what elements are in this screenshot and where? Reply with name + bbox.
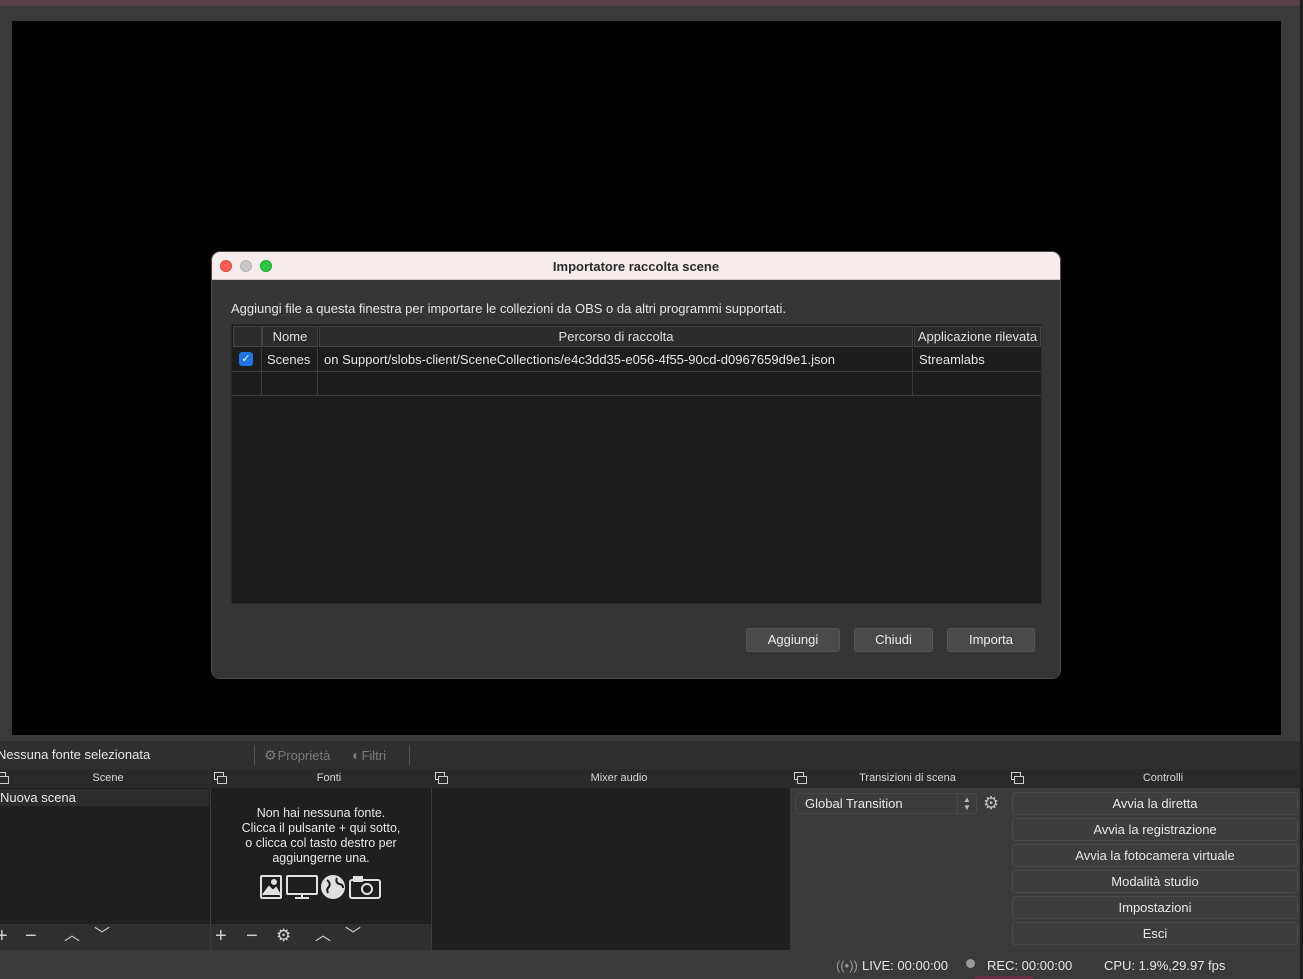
start-streaming-button[interactable]: Avvia la diretta (1012, 792, 1298, 815)
row-path-cell[interactable]: on Support/slobs-client/SceneCollections… (318, 348, 913, 372)
column-header-path[interactable]: Percorso di raccolta (319, 326, 913, 347)
column-header-name[interactable]: Nome (262, 326, 318, 347)
studio-mode-button[interactable]: Modalità studio (1012, 870, 1298, 893)
source-icons-svg (260, 875, 381, 899)
transition-selected: Global Transition (805, 796, 903, 811)
sources-list[interactable]: Non hai nessuna fonte. Clicca il pulsant… (211, 788, 431, 924)
scene-item[interactable]: Nuova scena (0, 789, 209, 806)
camera-icon (349, 876, 381, 899)
move-up-icon[interactable]: ︿ (64, 926, 80, 946)
properties-button[interactable]: ⚙Proprietà (264, 747, 330, 764)
undock-icon[interactable] (794, 772, 807, 784)
add-button[interactable]: Aggiungi (746, 628, 840, 652)
monitor-icon (286, 875, 318, 899)
dialog-description: Aggiungi file a questa finestra per impo… (231, 301, 786, 316)
live-timer: LIVE: 00:00:00 (862, 958, 949, 973)
audio-mixer-panel (432, 788, 790, 950)
close-button[interactable]: Chiudi (854, 628, 933, 652)
column-header-check[interactable] (233, 326, 262, 347)
gear-icon[interactable]: ⚙ (983, 793, 999, 814)
scenes-list: Nuova scena (0, 788, 210, 924)
divider (254, 745, 255, 765)
import-table: Nome Percorso di raccolta Applicazione r… (231, 324, 1042, 604)
sources-toolbar: + − ⚙ ︿ ﹀ (211, 924, 431, 950)
empty-line: aggiungerne una. (272, 851, 370, 865)
properties-label: Proprietà (277, 748, 331, 763)
add-scene-icon[interactable]: + (0, 926, 8, 946)
transition-select[interactable]: Global Transition ▲ ▼ (795, 793, 977, 814)
undock-icon[interactable] (1011, 772, 1024, 784)
settings-button[interactable]: Impostazioni (1012, 896, 1298, 919)
globe-icon (321, 875, 345, 899)
scenes-dock-title: Scene (92, 772, 124, 784)
scenes-toolbar: + − ︿ ﹀ (0, 924, 210, 950)
move-down-icon[interactable]: ﹀ (345, 926, 361, 946)
filters-label: Filtri (361, 748, 387, 763)
sources-dock-title: Fonti (316, 772, 342, 784)
cpu-fps: CPU: 1.9%,29.97 fps (1104, 958, 1226, 973)
controls-dock-title: Controlli (1142, 772, 1184, 784)
row-path-text: on Support/slobs-client/SceneCollections… (324, 352, 835, 367)
empty-line: Clicca il pulsante + qui sotto, (241, 821, 401, 835)
row-checkbox[interactable]: ✓ (239, 352, 253, 366)
empty-cell (232, 372, 262, 396)
remove-scene-icon[interactable]: − (25, 926, 37, 946)
empty-line: o clicca col tasto destro per (245, 836, 397, 850)
filters-button[interactable]: ◐Filtri (352, 747, 386, 763)
dialog-titlebar[interactable]: Importatore raccolta scene (212, 252, 1060, 280)
broadcast-icon: ((•)) (836, 958, 858, 973)
chevron-updown-icon: ▲ ▼ (957, 794, 976, 813)
import-button[interactable]: Importa (947, 628, 1035, 652)
status-bar: ((•)) LIVE: 00:00:00 REC: 00:00:00 CPU: … (0, 950, 1300, 979)
scene-collection-importer-dialog: Importatore raccolta scene Aggiungi file… (211, 251, 1061, 679)
move-up-icon[interactable]: ︿ (315, 926, 331, 946)
dialog-title: Importatore raccolta scene (552, 259, 720, 274)
dock-title-bar: Scene Fonti Mixer audio Transizioni di s… (0, 769, 1300, 788)
sources-empty-message: Non hai nessuna fonte. Clicca il pulsant… (211, 806, 431, 866)
divider (409, 745, 410, 765)
mixer-dock-title: Mixer audio (590, 772, 648, 784)
table-row[interactable]: ✓ Scenes on Support/slobs-client/SceneCo… (232, 348, 1041, 372)
table-header: Nome Percorso di raccolta Applicazione r… (232, 325, 1043, 347)
filter-icon: ◐ (352, 747, 361, 763)
source-context-bar: Nessuna fonte selezionata ⚙Proprietà ◐Fi… (0, 741, 1300, 769)
add-source-icon[interactable]: + (215, 926, 227, 946)
gear-icon: ⚙ (264, 747, 277, 763)
empty-cell (262, 372, 318, 396)
record-dot-icon (966, 959, 975, 968)
move-down-icon[interactable]: ﹀ (94, 926, 110, 946)
table-row-empty[interactable] (232, 372, 1041, 396)
transitions-dock-title: Transizioni di scena (859, 772, 956, 784)
remove-source-icon[interactable]: − (246, 926, 258, 946)
start-recording-button[interactable]: Avvia la registrazione (1012, 818, 1298, 841)
row-check-cell: ✓ (232, 348, 262, 372)
empty-cell (318, 372, 913, 396)
empty-line: Non hai nessuna fonte. (256, 806, 386, 820)
row-name-cell[interactable]: Scenes (262, 348, 318, 372)
row-app-cell[interactable]: Streamlabs (913, 348, 1041, 372)
gear-icon[interactable]: ⚙ (276, 926, 291, 946)
empty-cell (913, 372, 1041, 396)
no-source-label: Nessuna fonte selezionata (0, 747, 151, 762)
image-icon (260, 875, 282, 899)
start-virtual-camera-button[interactable]: Avvia la fotocamera virtuale (1012, 844, 1298, 867)
exit-button[interactable]: Esci (1012, 922, 1298, 945)
rec-timer: REC: 00:00:00 (987, 958, 1073, 973)
column-header-app[interactable]: Applicazione rilevata (914, 326, 1041, 347)
source-type-icons (259, 874, 389, 900)
undock-icon[interactable] (435, 772, 448, 784)
